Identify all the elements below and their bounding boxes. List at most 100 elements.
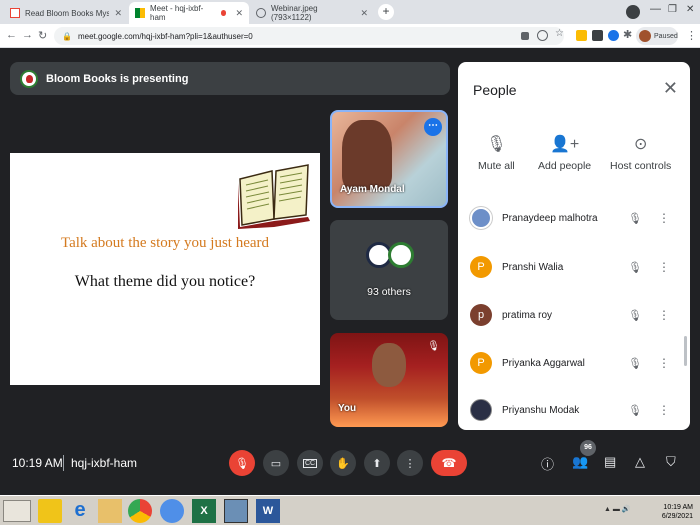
chrome-icon[interactable] (128, 499, 152, 523)
captions-button[interactable]: CC (297, 450, 323, 476)
avatar: P (470, 352, 492, 374)
minimize-icon[interactable]: — (650, 3, 661, 15)
mute-all-label: Mute all (478, 160, 515, 172)
folder-icon[interactable] (98, 499, 122, 523)
new-tab-button[interactable]: + (378, 4, 394, 20)
list-item[interactable]: P Priyanka Aggarwal 🎙 ⋮ (470, 348, 675, 378)
avatar (388, 242, 414, 268)
meeting-details-icon[interactable]: ⓘ (541, 454, 554, 473)
reload-icon[interactable]: ↻ (38, 29, 47, 42)
avatar: p (470, 304, 492, 326)
tab-title: Webinar.jpeg (793×1122) (271, 4, 318, 22)
people-scrollbar[interactable] (684, 336, 687, 366)
globe-icon (256, 8, 266, 18)
window-app-icon[interactable] (224, 499, 248, 523)
more-options-icon[interactable]: ⋮ (653, 260, 675, 274)
avatar: P (470, 256, 492, 278)
forward-icon[interactable]: → (22, 29, 33, 41)
zoom-icon[interactable] (537, 30, 548, 41)
list-item[interactable]: P Pranshi Walia 🎙 ⋮ (470, 252, 675, 282)
participant-tile-others[interactable]: 93 others (330, 220, 448, 320)
tab-bloom-books[interactable]: Read Bloom Books Mystery Read ✕ (4, 2, 128, 24)
extension-notes-icon[interactable] (592, 30, 603, 41)
camera-indicator-icon[interactable] (521, 32, 529, 40)
chrome-profile-icon[interactable] (160, 499, 184, 523)
slide-question: What theme did you notice? (74, 273, 256, 290)
present-button[interactable]: ⬆ (364, 450, 390, 476)
participant-name: Priyanka Aggarwal (502, 357, 585, 369)
mic-off-icon[interactable]: 🎙 (627, 261, 643, 274)
mic-off-icon[interactable]: 🎙 (627, 309, 643, 322)
camera-toggle-button[interactable]: ▭ (263, 450, 289, 476)
list-item[interactable]: Priyanshu Modak 🎙 ⋮ (470, 395, 675, 425)
host-controls-button[interactable]: ⊙ Host controls (610, 134, 671, 172)
taskbar-clock[interactable]: 10:19 AM 6/29/2021 (662, 503, 693, 521)
host-controls-icon[interactable]: ⛉ (666, 454, 676, 470)
chat-icon[interactable]: ▤ (604, 454, 616, 470)
captions-icon: CC (302, 458, 318, 468)
list-item[interactable]: p pratima roy 🎙 ⋮ (470, 300, 675, 330)
start-button[interactable] (3, 500, 31, 522)
add-people-button[interactable]: 👤+ Add people (538, 134, 591, 172)
extensions-puzzle-icon[interactable]: ✱ (623, 28, 632, 41)
participant-tile-you[interactable]: 🎙 You (330, 333, 448, 427)
open-book-icon (238, 164, 310, 229)
tab-title: Read Bloom Books Mystery Read (25, 8, 110, 18)
close-window-icon[interactable]: ✕ (686, 4, 694, 15)
more-options-icon[interactable]: ⋮ (653, 308, 675, 322)
word-icon[interactable]: W (256, 499, 280, 523)
maximize-icon[interactable]: ❐ (668, 4, 677, 15)
close-tab-icon[interactable]: ✕ (360, 8, 368, 19)
present-icon: ⬆ (372, 457, 382, 470)
mute-all-button[interactable]: 🎙 Mute all (478, 134, 515, 172)
meeting-time: 10:19 AM (12, 456, 63, 470)
browser-menu-icon[interactable]: ⋮ (686, 29, 697, 42)
mic-off-icon[interactable]: 🎙 (627, 357, 643, 370)
tab-search-icon[interactable] (626, 5, 640, 19)
tab-webinar[interactable]: Webinar.jpeg (793×1122) ✕ (250, 2, 374, 24)
meet-icon (135, 8, 145, 18)
close-icon[interactable]: ✕ (663, 78, 678, 99)
browser-tab-bar: Read Bloom Books Mystery Read ✕ Meet - h… (0, 0, 700, 24)
extension-download-icon[interactable] (576, 30, 587, 41)
mic-off-icon[interactable]: 🎙 (627, 212, 643, 225)
os-taskbar: e X W ▲ ▬ 🔊 10:19 AM 6/29/2021 (0, 495, 700, 525)
extension-meet-icon[interactable] (608, 30, 619, 41)
list-item[interactable]: Pranaydeep malhotra 🎙 ⋮ (470, 203, 675, 233)
excel-icon[interactable]: X (192, 499, 216, 523)
bookmark-star-icon[interactable]: ☆ (555, 28, 564, 39)
close-tab-icon[interactable]: ✕ (114, 8, 122, 19)
mic-off-icon[interactable]: 🎙 (627, 404, 643, 417)
activities-icon[interactable]: △ (635, 454, 645, 470)
camera-icon: ▭ (270, 457, 282, 470)
people-icon[interactable]: 👥 (572, 454, 588, 470)
taskbar-date: 6/29/2021 (661, 513, 693, 520)
muted-icon: 🎙 (427, 341, 440, 352)
tile-options-button[interactable]: ⋯ (424, 118, 442, 136)
paused-label: Paused (654, 32, 678, 40)
toggle-icon: ⊙ (633, 136, 648, 153)
participant-tile-ayam[interactable]: ⋯ Ayam Mondal (330, 110, 448, 208)
profile-paused-button[interactable]: Paused (636, 27, 678, 45)
more-options-icon[interactable]: ⋮ (653, 211, 675, 225)
more-options-icon[interactable]: ⋮ (653, 356, 675, 370)
internet-explorer-icon[interactable]: e (68, 499, 92, 523)
presenting-label: Bloom Books is presenting (46, 72, 189, 85)
participant-name: Pranshi Walia (502, 261, 564, 273)
participant-video (342, 120, 392, 190)
more-options-icon[interactable]: ⋮ (653, 403, 675, 417)
close-tab-icon[interactable]: ✕ (235, 8, 243, 19)
more-options-button[interactable]: ⋮ (397, 450, 423, 476)
raise-hand-button[interactable]: ✋ (330, 450, 356, 476)
url-field[interactable]: 🔒 meet.google.com/hqj-ixbf-ham?pli=1&aut… (54, 27, 564, 45)
tab-meet[interactable]: Meet - hqj-ixbf-ham ✕ (129, 2, 249, 24)
hang-up-icon: ☎ (441, 456, 457, 470)
participant-count-badge: 96 (580, 440, 596, 456)
self-video (372, 343, 406, 387)
back-icon[interactable]: ← (6, 29, 17, 41)
mic-toggle-button[interactable]: 🎙 (229, 450, 255, 476)
address-bar: ← → ↻ 🔒 meet.google.com/hqj-ixbf-ham?pli… (0, 24, 700, 48)
meet-control-bar: 10:19 AM hqj-ixbf-ham 🎙 ▭ CC ✋ ⬆ ⋮ ☎ ⓘ 👥… (0, 440, 700, 490)
file-explorer-icon[interactable] (38, 499, 62, 523)
end-call-button[interactable]: ☎ (431, 450, 467, 476)
